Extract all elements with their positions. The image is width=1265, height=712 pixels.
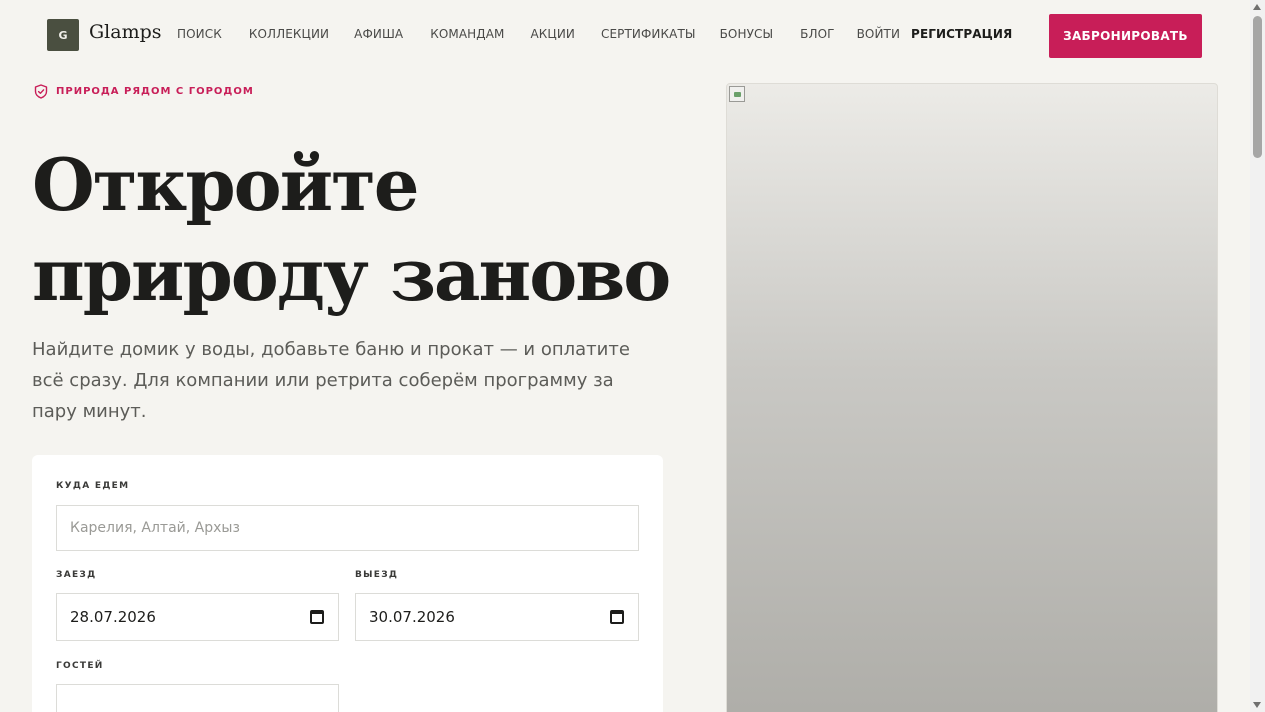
- page-scrollbar[interactable]: [1250, 0, 1265, 712]
- hero-eyebrow: ПРИРОДА РЯДОМ С ГОРОДОМ: [34, 84, 254, 99]
- checkin-value: 28.07.2026: [70, 608, 156, 626]
- main-nav: ПОИСК КОЛЛЕКЦИИ АФИША КОМАНДАМ АКЦИИ СЕР…: [177, 27, 1012, 41]
- book-button[interactable]: ЗАБРОНИРОВАТЬ: [1049, 14, 1202, 58]
- destination-input[interactable]: Карелия, Алтай, Архыз: [56, 505, 639, 551]
- logo-mark[interactable]: G: [47, 19, 79, 51]
- eyebrow-text: ПРИРОДА РЯДОМ С ГОРОДОМ: [56, 86, 254, 97]
- nav-item-certificates[interactable]: СЕРТИФИКАТЫ: [601, 27, 696, 41]
- hero-title-line-2: природу заново: [32, 232, 671, 317]
- scroll-down-arrow-icon[interactable]: [1253, 702, 1261, 708]
- nav-item-collections[interactable]: КОЛЛЕКЦИИ: [249, 27, 329, 41]
- guests-select[interactable]: 2 ⌄: [56, 684, 339, 712]
- checkin-label: ЗАЕЗД: [56, 570, 97, 580]
- calendar-icon[interactable]: [310, 610, 324, 624]
- scroll-up-arrow-icon[interactable]: [1253, 4, 1261, 10]
- nav-item-events[interactable]: АФИША: [354, 27, 403, 41]
- checkin-date-input[interactable]: 28.07.2026: [56, 593, 339, 641]
- destination-label: КУДА ЕДЕМ: [56, 481, 130, 491]
- nav-item-search[interactable]: ПОИСК: [177, 27, 222, 41]
- broken-image-icon: [729, 86, 745, 102]
- nav-item-teams[interactable]: КОМАНДАМ: [430, 27, 504, 41]
- checkout-label: ВЫЕЗД: [355, 570, 399, 580]
- checkout-value: 30.07.2026: [369, 608, 455, 626]
- logo-text[interactable]: Glamps: [89, 21, 162, 43]
- login-link[interactable]: ВОЙТИ: [857, 27, 900, 41]
- site-header: G Glamps ПОИСК КОЛЛЕКЦИИ АФИША КОМАНДАМ …: [0, 0, 1250, 72]
- scroll-thumb[interactable]: [1253, 16, 1262, 158]
- hero-subtitle: Найдите домик у воды, добавьте баню и пр…: [32, 339, 630, 422]
- nav-item-bonuses[interactable]: БОНУСЫ: [720, 27, 774, 41]
- hero-title-line-1: Откройте: [32, 142, 420, 227]
- hero-image: [726, 83, 1218, 712]
- search-card: КУДА ЕДЕМ Карелия, Алтай, Архыз ЗАЕЗД 28…: [32, 455, 663, 712]
- hero-title: Откройте природу заново: [32, 140, 672, 320]
- shield-check-icon: [34, 84, 48, 99]
- checkout-date-input[interactable]: 30.07.2026: [355, 593, 639, 641]
- nav-item-blog[interactable]: БЛОГ: [800, 27, 834, 41]
- nav-item-promotions[interactable]: АКЦИИ: [531, 27, 576, 41]
- calendar-icon[interactable]: [610, 610, 624, 624]
- guests-label: ГОСТЕЙ: [56, 661, 104, 671]
- register-link[interactable]: РЕГИСТРАЦИЯ: [911, 27, 1012, 41]
